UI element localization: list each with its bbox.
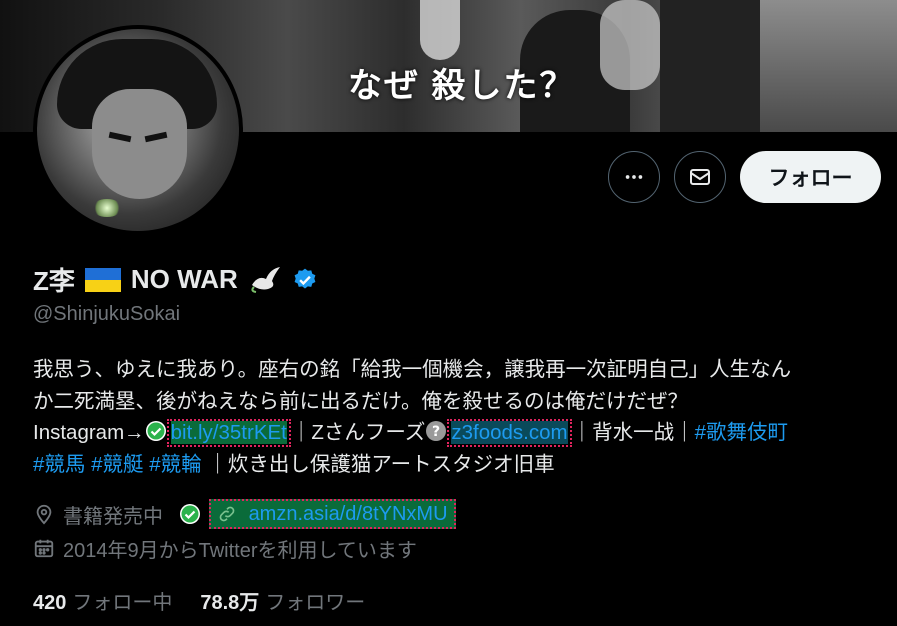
profile-url-link[interactable]: amzn.asia/d/8tYNxMU [249, 503, 448, 525]
more-icon [625, 175, 643, 179]
link-icon [219, 506, 235, 522]
instagram-prefix: Instagram→ [33, 421, 145, 444]
question-icon: ? [426, 421, 447, 441]
foods-link[interactable]: z3foods.com [451, 421, 568, 444]
display-name-suffix: NO WAR [130, 264, 238, 294]
dove-icon [251, 266, 280, 293]
avatar-image [37, 29, 239, 231]
follow-button[interactable]: フォロー [740, 151, 881, 203]
bio-text: ｜背水一战｜ [571, 421, 695, 444]
location-icon [36, 504, 52, 525]
hashtag-link[interactable]: #競馬 [33, 453, 85, 476]
hashtag-link[interactable]: #歌舞伎町 [695, 421, 788, 444]
mail-icon [690, 169, 710, 185]
username-handle: @ShinjukuSokai [33, 303, 181, 325]
following-count: 420 [33, 592, 67, 614]
more-button[interactable] [608, 151, 660, 203]
instagram-link[interactable]: bit.ly/35trKEt [170, 421, 287, 444]
banner-shape [600, 0, 660, 90]
calendar-icon [34, 539, 54, 558]
followers-count: 78.8万 [200, 592, 260, 614]
check-circle-icon [145, 421, 166, 441]
verified-badge-icon[interactable] [292, 267, 318, 293]
bio-line: 我思う、ゆえに我あり。座右の銘「給我一個機会，譲我再一次証明自己」人生なん [33, 358, 792, 381]
message-button[interactable] [674, 151, 726, 203]
profile-name-row: Z李 NO WAR [33, 261, 318, 298]
profile-url-box: amzn.asia/d/8tYNxMU [209, 499, 456, 529]
check-circle-icon [180, 504, 200, 524]
avatar[interactable] [33, 25, 243, 235]
profile-bio: 我思う、ゆえに我あり。座右の銘「給我一個機会，譲我再一次証明自己」人生なん か二… [33, 354, 883, 480]
joined-date: 2014年9月からTwitterを利用しています [63, 539, 417, 562]
following-label: フォロー中 [72, 592, 173, 614]
instagram-link-box: bit.ly/35trKEt [166, 419, 291, 447]
svg-text:?: ? [432, 424, 440, 440]
meta-row: 書籍発売中 amzn.asia/d/8tYNxMU [33, 497, 456, 531]
followers-label: フォロワー [265, 592, 366, 614]
banner-shape [760, 0, 897, 132]
banner-caption: なぜ 殺した？ [348, 67, 576, 105]
hashtag-link[interactable]: #競艇 [91, 453, 143, 476]
display-name: Z李 [33, 266, 75, 296]
foods-link-box: z3foods.com [447, 419, 572, 447]
bio-text: ｜炊き出し保護猫アートスタジオ旧車 [207, 452, 555, 476]
bio-line: #競馬 #競艇 #競輪 ｜炊き出し保護猫アートスタジオ旧車 [33, 449, 883, 481]
profile-meta: 書籍発売中 amzn.asia/d/8tYNxMU 2014年9月からTwitt… [33, 497, 456, 565]
bio-line: Instagram→ bit.ly/35trKEt ｜Zさんフーズ? z3foods.… [33, 417, 883, 449]
follow-stats: 420 フォロー中 78.8万 フォロワー [33, 586, 365, 615]
hashtag-link[interactable]: #競輪 [149, 453, 201, 476]
banner-shape [420, 0, 460, 60]
followers-link[interactable]: 78.8万 フォロワー [200, 586, 365, 615]
ukraine-flag-icon [84, 267, 121, 292]
following-link[interactable]: 420 フォロー中 [33, 586, 172, 615]
bio-line: か二死満塁、後がねえなら前に出るだけ。俺を殺せるのは俺だけだぜ？ [33, 389, 688, 413]
meta-row: 2014年9月からTwitterを利用しています [33, 531, 456, 565]
location-text: 書籍発売中 [63, 505, 163, 528]
banner-shape [660, 0, 770, 132]
bio-text: ｜Zさんフーズ [290, 421, 426, 444]
